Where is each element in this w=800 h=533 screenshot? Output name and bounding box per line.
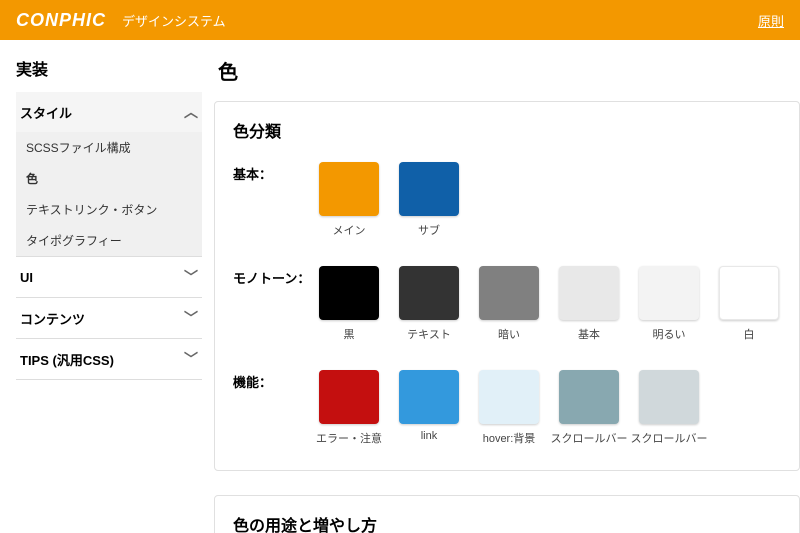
swatch-label: 基本 <box>578 326 600 342</box>
row-label: 機能： <box>233 370 319 446</box>
nav-header-tips[interactable]: TIPS (汎用CSS) ﹀ <box>16 339 202 379</box>
swatch-item: 明るい <box>639 266 699 342</box>
nav-header-label: UI <box>20 270 33 285</box>
row-label: モノトーン： <box>233 266 319 342</box>
color-row: 機能：エラー・注意linkhover:背景スクロールバースクロールバー <box>233 370 781 446</box>
panel-title: 色分類 <box>233 118 781 142</box>
color-row: 基本： メイン サブ <box>233 162 781 238</box>
chevron-down-icon: ﹀ <box>184 267 198 287</box>
color-swatch[interactable] <box>559 266 619 320</box>
color-swatch[interactable] <box>479 370 539 424</box>
color-swatch[interactable] <box>479 266 539 320</box>
nav-header-ui[interactable]: UI ﹀ <box>16 257 202 297</box>
swatch-label: メイン <box>333 222 366 238</box>
nav-header-contents[interactable]: コンテンツ ﹀ <box>16 298 202 338</box>
swatch-item: サブ <box>399 162 459 238</box>
nav-section-tips: TIPS (汎用CSS) ﹀ <box>16 339 202 380</box>
swatches: 黒 テキスト 暗い 基本 明るい 白 <box>319 266 779 342</box>
swatch-item: テキスト <box>399 266 459 342</box>
swatch-item: 基本 <box>559 266 619 342</box>
nav-item-textlink[interactable]: テキストリンク・ボタン <box>16 194 202 225</box>
sidebar-title: 実装 <box>16 56 202 80</box>
header-subtitle: デザインシステム <box>122 11 226 30</box>
swatch-label: サブ <box>418 222 440 238</box>
nav-section-style: スタイル ︿ SCSSファイル構成 色 テキストリンク・ボタン タイポグラフィー <box>16 92 202 257</box>
nav-header-label: スタイル <box>20 103 72 122</box>
swatches: エラー・注意linkhover:背景スクロールバースクロールバー <box>319 370 699 446</box>
row-label: 基本： <box>233 162 319 238</box>
main: 色 色分類 基本： メイン サブモノトーン： 黒 テキスト 暗い 基本 明るい 白機能：エラー・… <box>210 40 800 533</box>
swatch-label: link <box>421 430 438 442</box>
swatch-label: スクロールバー <box>631 430 708 446</box>
chevron-up-icon: ︿ <box>184 102 198 122</box>
color-swatch[interactable] <box>319 162 379 216</box>
color-swatch[interactable] <box>639 370 699 424</box>
color-row: モノトーン： 黒 テキスト 暗い 基本 明るい 白 <box>233 266 781 342</box>
swatch-item: スクロールバー <box>639 370 699 446</box>
color-swatch[interactable] <box>399 162 459 216</box>
nav-item-typography[interactable]: タイポグラフィー <box>16 225 202 256</box>
color-swatch[interactable] <box>399 266 459 320</box>
nav-children-style: SCSSファイル構成 色 テキストリンク・ボタン タイポグラフィー <box>16 132 202 256</box>
swatch-label: 白 <box>744 326 755 342</box>
color-swatch[interactable] <box>319 370 379 424</box>
nav-section-contents: コンテンツ ﹀ <box>16 298 202 339</box>
header-link-principles[interactable]: 原則 <box>758 11 784 30</box>
swatch-label: 明るい <box>653 326 686 342</box>
chevron-down-icon: ﹀ <box>184 349 198 369</box>
swatch-label: テキスト <box>407 326 451 342</box>
nav-item-scss[interactable]: SCSSファイル構成 <box>16 132 202 163</box>
color-swatch[interactable] <box>639 266 699 320</box>
page-title: 色 <box>214 56 800 85</box>
header-left: CONPHIC デザインシステム <box>16 10 226 31</box>
section2-title: 色の用途と増やし方 <box>233 512 781 533</box>
color-swatch[interactable] <box>399 370 459 424</box>
nav-header-label: コンテンツ <box>20 309 85 328</box>
header: CONPHIC デザインシステム 原則 <box>0 0 800 40</box>
color-swatch[interactable] <box>319 266 379 320</box>
swatch-label: hover:背景 <box>483 430 536 446</box>
swatch-label: エラー・注意 <box>316 430 382 446</box>
nav-section-ui: UI ﹀ <box>16 257 202 298</box>
swatch-item: スクロールバー <box>559 370 619 446</box>
usage-panel: 色の用途と増やし方 <box>214 495 800 533</box>
chevron-down-icon: ﹀ <box>184 308 198 328</box>
swatch-label: 暗い <box>498 326 520 342</box>
swatch-item: 白 <box>719 266 779 342</box>
nav-header-style[interactable]: スタイル ︿ <box>16 92 202 132</box>
swatch-item: link <box>399 370 459 446</box>
logo[interactable]: CONPHIC <box>16 10 106 31</box>
nav-item-color[interactable]: 色 <box>16 163 202 194</box>
color-panel: 色分類 基本： メイン サブモノトーン： 黒 テキスト 暗い 基本 明るい 白機能：エラー・注意… <box>214 101 800 471</box>
color-swatch[interactable] <box>719 266 779 320</box>
swatches: メイン サブ <box>319 162 459 238</box>
swatch-item: エラー・注意 <box>319 370 379 446</box>
swatch-item: メイン <box>319 162 379 238</box>
nav-header-label: TIPS (汎用CSS) <box>20 350 114 369</box>
swatch-item: 暗い <box>479 266 539 342</box>
header-links: 原則 <box>758 11 784 30</box>
sidebar: 実装 スタイル ︿ SCSSファイル構成 色 テキストリンク・ボタン タイポグラ… <box>0 40 210 533</box>
swatch-label: 黒 <box>344 326 355 342</box>
swatch-item: hover:背景 <box>479 370 539 446</box>
color-swatch[interactable] <box>559 370 619 424</box>
swatch-item: 黒 <box>319 266 379 342</box>
swatch-label: スクロールバー <box>551 430 628 446</box>
